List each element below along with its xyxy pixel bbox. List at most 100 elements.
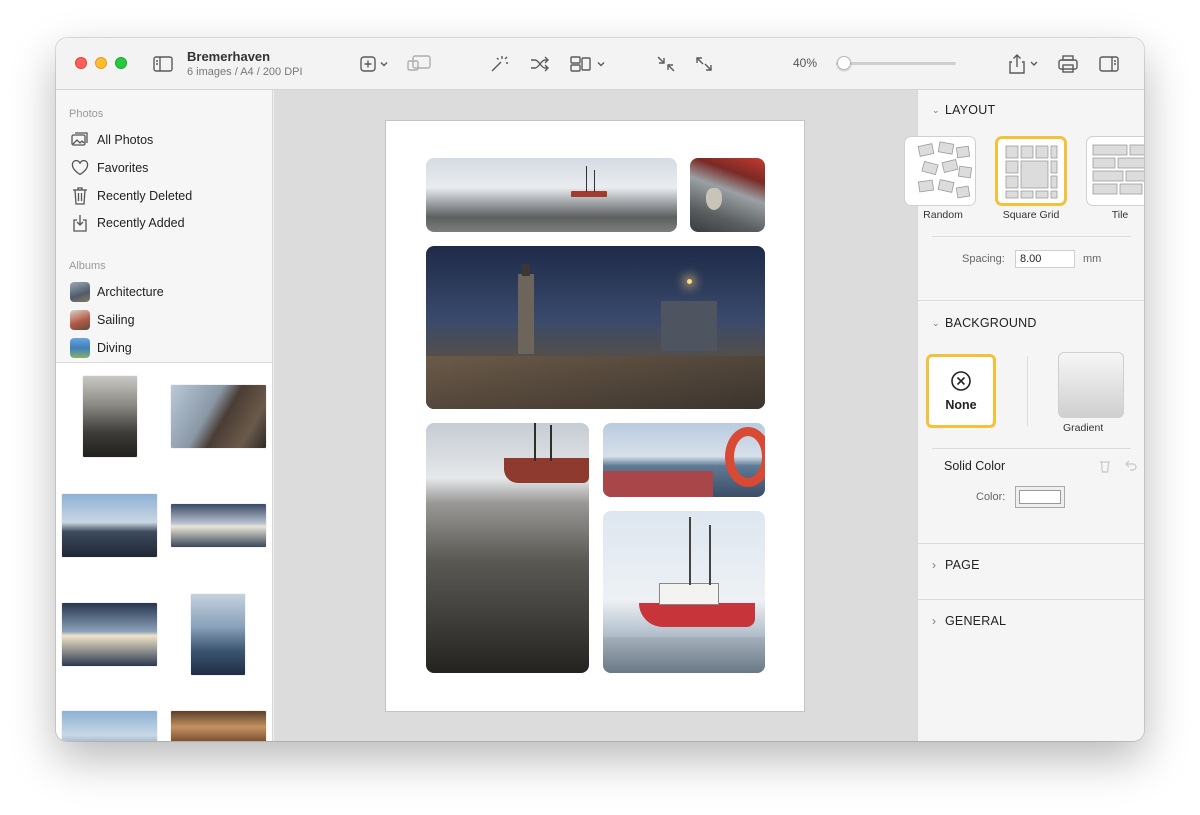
divider	[918, 543, 1144, 544]
chevron-right-icon: ›	[932, 614, 937, 628]
photo-thumbnail[interactable]	[171, 711, 266, 741]
sidebar-item-recently-deleted[interactable]: Recently Deleted	[70, 185, 192, 207]
close-window-button[interactable]	[75, 57, 87, 69]
photo-ship-mudflat[interactable]	[426, 423, 589, 673]
layout-option-square-grid[interactable]	[995, 136, 1067, 206]
section-title: LAYOUT	[945, 103, 996, 117]
chevron-down-icon: ⌄	[932, 317, 940, 328]
a4-page[interactable]	[385, 120, 805, 712]
layout-option-tile[interactable]	[1086, 136, 1144, 206]
color-label: Color:	[976, 491, 1006, 503]
add-menu-button[interactable]	[358, 52, 392, 76]
photos-section-header: Photos	[69, 108, 104, 120]
photo-thumbnail[interactable]	[62, 711, 157, 741]
chevron-down-icon: ⌄	[932, 104, 940, 115]
layout-icon	[570, 56, 605, 72]
color-well[interactable]	[1015, 486, 1065, 508]
layout-menu-button[interactable]	[569, 52, 609, 76]
photo-thumbnail[interactable]	[62, 603, 157, 666]
inspector-toggle-icon[interactable]	[1098, 52, 1120, 76]
layout-option-label: Random	[923, 209, 963, 221]
sidebar-item-label: All Photos	[97, 133, 154, 147]
magic-wand-icon[interactable]	[487, 52, 511, 76]
photo-thumbnail[interactable]	[83, 376, 137, 457]
sidebar: Photos All Photos Favorites Recently Del…	[56, 90, 273, 741]
sidebar-item-label: Diving	[97, 341, 132, 355]
sidebar-item-sailing[interactable]: Sailing	[70, 309, 135, 331]
share-menu-button[interactable]	[1006, 52, 1040, 76]
sidebar-toggle-icon[interactable]	[152, 52, 174, 76]
sidebar-item-recently-added[interactable]: Recently Added	[70, 212, 185, 234]
page-section-header[interactable]: › PAGE	[932, 558, 980, 572]
trash-icon	[70, 186, 90, 206]
layout-canvas	[274, 90, 917, 741]
divider	[932, 448, 1131, 449]
background-section-header[interactable]: ⌄ BACKGROUND	[932, 316, 1037, 330]
spacing-unit: mm	[1083, 253, 1102, 265]
print-icon[interactable]	[1057, 52, 1079, 76]
photo-lifebuoy[interactable]	[603, 423, 765, 497]
album-thumbnail	[70, 282, 90, 302]
albums-section-header: Albums	[69, 260, 106, 272]
zoom-window-button[interactable]	[115, 57, 127, 69]
photo-lighthouse-night[interactable]	[426, 246, 765, 409]
random-layout-icon	[917, 141, 973, 199]
slideshow-icon[interactable]	[406, 52, 432, 76]
chevron-right-icon: ›	[932, 558, 937, 572]
inspector-panel: ⌄ LAYOUT Random Square Grid Tile Spacing…	[904, 90, 1144, 741]
section-title: PAGE	[945, 558, 980, 572]
background-option-none[interactable]: None	[926, 354, 996, 428]
sidebar-item-architecture[interactable]: Architecture	[70, 281, 164, 303]
spacing-input[interactable]: 8.00	[1015, 250, 1075, 268]
album-thumbnail	[70, 310, 90, 330]
section-title: GENERAL	[945, 614, 1007, 628]
divider	[1027, 356, 1028, 426]
divider	[932, 236, 1131, 237]
document-title: Bremerhaven	[187, 49, 271, 64]
background-option-gradient[interactable]	[1058, 352, 1124, 418]
album-thumbnail	[70, 338, 90, 358]
shuffle-icon[interactable]	[528, 52, 552, 76]
photo-thumbnail[interactable]	[171, 504, 266, 547]
toolbar: Bremerhaven 6 images / A4 / 200 DPI 40%	[56, 38, 1144, 90]
divider	[918, 599, 1144, 600]
sidebar-item-label: Recently Added	[97, 216, 185, 230]
photo-thumbnail[interactable]	[191, 594, 245, 675]
download-tray-icon	[70, 213, 90, 233]
background-gradient-label: Gradient	[1063, 422, 1104, 434]
layout-option-random[interactable]	[904, 136, 976, 206]
share-icon	[1009, 54, 1038, 74]
sidebar-item-label: Sailing	[97, 313, 135, 327]
divider	[918, 300, 1144, 301]
solid-color-label: Solid Color	[944, 459, 1006, 473]
color-well-swatch	[1019, 490, 1061, 504]
expand-icon[interactable]	[693, 52, 715, 76]
square-grid-layout-icon	[1005, 145, 1058, 199]
zoom-percentage: 40%	[793, 56, 818, 70]
app-window: Bremerhaven 6 images / A4 / 200 DPI 40%	[56, 38, 1144, 741]
photo-thumbnail[interactable]	[171, 385, 266, 448]
zoom-slider[interactable]	[836, 62, 956, 65]
minimize-window-button[interactable]	[95, 57, 107, 69]
photo-fishing-boat[interactable]	[603, 511, 765, 673]
undo-icon[interactable]	[1123, 459, 1137, 478]
sidebar-item-all-photos[interactable]: All Photos	[70, 129, 153, 151]
photo-thumbnail[interactable]	[62, 494, 157, 557]
photo-mudflat-panorama[interactable]	[426, 158, 677, 232]
heart-icon	[70, 158, 90, 178]
background-none-label: None	[945, 398, 977, 412]
general-section-header[interactable]: › GENERAL	[932, 614, 1006, 628]
layout-section-header[interactable]: ⌄ LAYOUT	[932, 103, 995, 117]
collapse-icon[interactable]	[655, 52, 677, 76]
trash-icon[interactable]	[1099, 459, 1111, 478]
photos-icon	[70, 130, 90, 150]
tile-layout-icon	[1092, 144, 1144, 195]
sidebar-item-label: Favorites	[97, 161, 149, 175]
zoom-slider-knob[interactable]	[837, 56, 852, 70]
photo-propeller[interactable]	[690, 158, 765, 232]
sidebar-item-diving[interactable]: Diving	[70, 337, 132, 359]
sidebar-item-favorites[interactable]: Favorites	[70, 157, 148, 179]
layout-option-label: Square Grid	[1002, 209, 1060, 221]
spacing-label: Spacing:	[962, 253, 1005, 265]
photo-browser	[56, 363, 272, 741]
